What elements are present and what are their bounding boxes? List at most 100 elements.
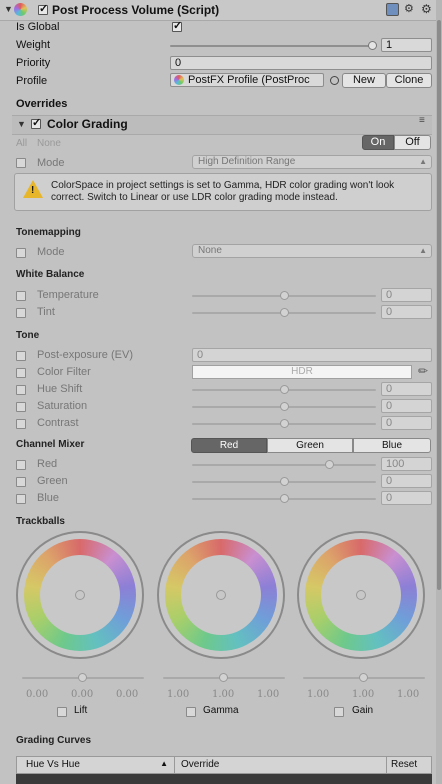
mixer-red-slider-track[interactable] [192,464,376,466]
gamma-trackball[interactable] [157,531,285,659]
curve-select-dropdown[interactable]: Hue Vs Hue ▲︎ [20,758,172,772]
dropdown-arrow-icon: ▲︎ [419,157,427,166]
mixer-blue-checkbox[interactable] [16,494,26,504]
channel-tab-blue[interactable]: Blue [353,438,431,453]
gamma-slider-knob[interactable] [219,673,228,682]
white-balance-title: White Balance [16,269,85,280]
lift-slider-knob[interactable] [78,673,87,682]
contrast-label: Contrast [37,417,79,429]
preset-icon[interactable]: ⚙ [404,2,414,15]
lift-value-b: 0.00 [116,689,139,700]
curve-canvas[interactable] [16,774,432,784]
mixer-red-checkbox[interactable] [16,460,26,470]
mixer-blue-field[interactable]: 0 [381,491,432,505]
curve-reset-button[interactable]: Reset [391,759,417,770]
color-filter-checkbox[interactable] [16,368,26,378]
color-filter-label: Color Filter [37,366,91,378]
lift-color-ring [24,539,136,651]
profile-label: Profile [16,75,48,87]
saturation-label: Saturation [37,400,88,412]
weight-slider-track[interactable] [170,45,376,47]
tonemapping-title: Tonemapping [16,227,81,238]
weight-label: Weight [16,39,51,51]
tint-checkbox[interactable] [16,308,26,318]
gain-wheel-cursor[interactable] [356,590,366,600]
component-icon [14,3,27,16]
off-toggle[interactable]: Off [394,135,431,150]
gamma-override-checkbox[interactable] [186,707,196,717]
new-profile-button[interactable]: New [342,73,386,88]
curve-select-value: Hue Vs Hue [26,759,80,770]
post-exposure-checkbox[interactable] [16,351,26,361]
saturation-field[interactable]: 0 [381,399,432,413]
gain-value-b: 1.00 [397,689,420,700]
all-link[interactable]: All [16,138,27,149]
weight-field[interactable]: 1 [381,38,432,52]
on-toggle[interactable]: On [362,135,394,150]
lift-override-checkbox[interactable] [57,707,67,717]
temperature-field[interactable]: 0 [381,288,432,302]
settings-gear-icon[interactable]: ⚙ [421,2,432,16]
mode-dropdown[interactable]: High Definition Range ▲︎ [192,155,432,169]
overrides-title: Overrides [16,98,68,110]
weight-slider-knob[interactable] [368,41,377,50]
is-global-checkbox[interactable] [172,19,182,32]
color-filter-swatch[interactable]: HDR [192,365,412,379]
eyedropper-icon[interactable]: ✏ [418,364,428,378]
curve-override-label[interactable]: Override [181,759,219,770]
tint-field[interactable]: 0 [381,305,432,319]
effect-foldout-icon[interactable]: ▼ [17,119,26,129]
component-title: Post Process Volume (Script) [52,3,220,17]
temperature-checkbox[interactable] [16,291,26,301]
tonemapping-mode-dropdown[interactable]: None ▲︎ [192,244,432,258]
mode-override-checkbox[interactable] [16,158,26,168]
curve-select-arrow-icon: ▲︎ [160,759,168,768]
contrast-checkbox[interactable] [16,419,26,429]
warning-text: ColorSpace in project settings is set to… [51,180,395,203]
post-exposure-field[interactable]: 0 [192,348,432,362]
mixer-green-field[interactable]: 0 [381,474,432,488]
clone-profile-button[interactable]: Clone [386,73,432,88]
hue-shift-field[interactable]: 0 [381,382,432,396]
effect-enabled-checkbox[interactable] [31,116,41,129]
color-filter-hdr-label: HDR [291,366,313,377]
contrast-field[interactable]: 0 [381,416,432,430]
hue-shift-slider-knob[interactable] [280,385,289,394]
priority-field[interactable]: 0 [170,56,432,70]
gamma-color-ring [165,539,277,651]
gamma-wheel-cursor[interactable] [216,590,226,600]
mixer-red-field[interactable]: 100 [381,457,432,471]
gain-override-checkbox[interactable] [334,707,344,717]
foldout-arrow-icon[interactable]: ▼ [4,4,13,14]
mixer-green-checkbox[interactable] [16,477,26,487]
saturation-checkbox[interactable] [16,402,26,412]
lift-trackball[interactable] [16,531,144,659]
component-enabled-checkbox[interactable] [38,2,48,15]
channel-tab-red[interactable]: Red [191,438,267,453]
gamma-value-g: 1.00 [212,689,235,700]
gain-trackball[interactable] [297,531,425,659]
none-link[interactable]: None [37,138,61,149]
tonemapping-mode-checkbox[interactable] [16,248,26,258]
gain-color-ring [305,539,417,651]
gamma-label: Gamma [203,705,239,716]
object-picker-icon[interactable] [330,76,339,85]
tint-slider-knob[interactable] [280,308,289,317]
lift-label: Lift [74,705,88,716]
priority-label: Priority [16,57,51,69]
mixer-green-slider-knob[interactable] [280,477,289,486]
help-icon[interactable] [386,3,399,16]
channel-tab-green[interactable]: Green [267,438,353,453]
contrast-slider-knob[interactable] [280,419,289,428]
hue-shift-checkbox[interactable] [16,385,26,395]
temperature-slider-knob[interactable] [280,291,289,300]
profile-field[interactable]: PostFX Profile (PostProc [170,73,324,87]
scrollbar-thumb[interactable] [437,20,441,590]
warning-icon-mark: ! [31,185,35,196]
lift-wheel-cursor[interactable] [75,590,85,600]
effect-menu-icon[interactable]: ≡ [419,115,425,126]
gain-slider-knob[interactable] [359,673,368,682]
saturation-slider-knob[interactable] [280,402,289,411]
mixer-red-slider-knob[interactable] [325,460,334,469]
mixer-blue-slider-knob[interactable] [280,494,289,503]
